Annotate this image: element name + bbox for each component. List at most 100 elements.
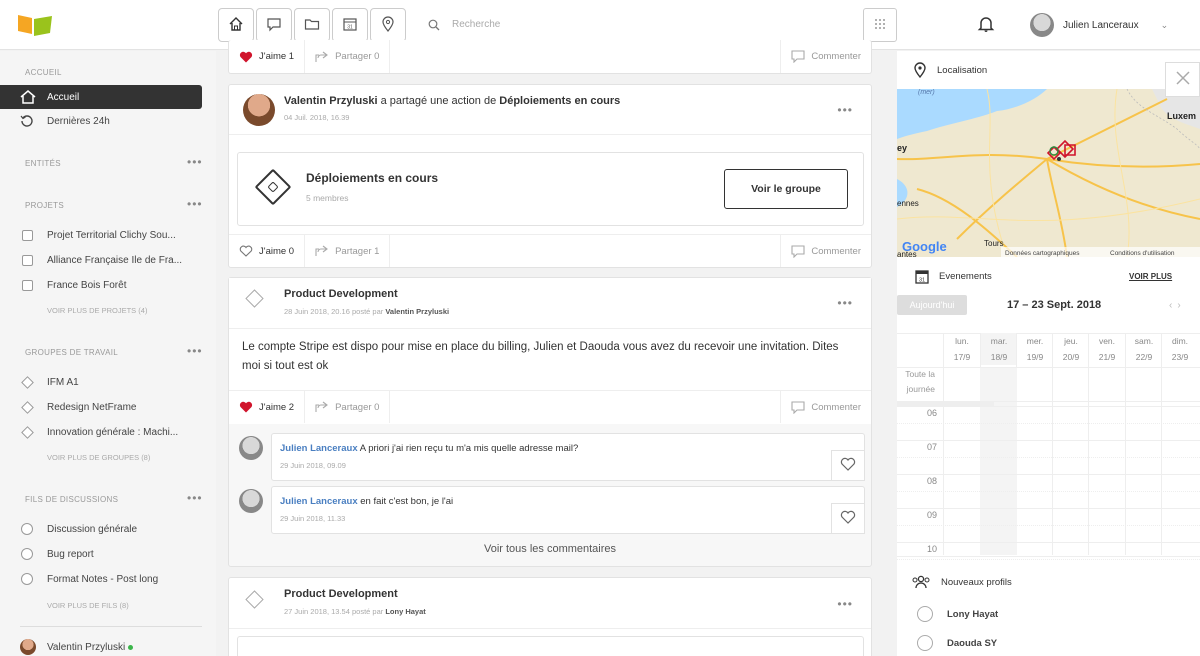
avatar (243, 94, 275, 126)
grid-icon (874, 18, 886, 33)
map-pin-icon (380, 15, 396, 35)
location-nav-button[interactable] (370, 8, 406, 42)
post-card: Valentin Przyluski a partagé une action … (228, 84, 872, 268)
post-menu-icon[interactable]: ••• (837, 103, 853, 117)
share-icon (315, 245, 329, 257)
sidebar-item-projet[interactable]: Projet Territorial Clichy Sou... (20, 228, 200, 242)
calendar-day-header[interactable]: mar. 18/9 (981, 333, 1017, 365)
sidebar-item-fil[interactable]: Format Notes - Post long (20, 572, 200, 586)
divider (20, 626, 202, 627)
map-pin-icon (913, 62, 927, 78)
share-button[interactable]: Partager 1 (305, 235, 391, 267)
sidebar-item-projet[interactable]: France Bois Forêt (20, 278, 200, 292)
see-more-events-link[interactable]: VOIR PLUS (1129, 272, 1172, 281)
messages-nav-button[interactable] (256, 8, 292, 42)
groupes-more-icon[interactable]: ••• (187, 344, 203, 358)
group-icon (245, 590, 264, 609)
share-button[interactable]: Partager 0 (305, 391, 391, 423)
users-icon (911, 575, 931, 589)
calendar-day-header[interactable]: sam. 22/9 (1126, 333, 1162, 365)
calendar-day-header[interactable]: dim. 23/9 (1162, 333, 1198, 365)
comment-icon (791, 50, 805, 63)
comment-like-button[interactable] (831, 503, 865, 534)
like-button[interactable]: J'aime 0 (229, 235, 306, 267)
comment-icon (791, 400, 805, 414)
fils-more-icon[interactable]: ••• (187, 491, 203, 505)
like-button[interactable]: J'aime 2 (229, 391, 306, 423)
entites-more-icon[interactable]: ••• (187, 155, 203, 169)
home-nav-button[interactable] (218, 8, 254, 42)
chat-icon (266, 16, 282, 35)
user-menu[interactable]: Julien Lanceraux ⌄ (1030, 13, 1168, 37)
calendar-day-header[interactable]: jeu. 20/9 (1053, 333, 1089, 365)
sidebar-item-accueil[interactable]: Accueil (0, 85, 202, 109)
post-menu-icon[interactable]: ••• (837, 296, 853, 310)
author-link[interactable]: Valentin Przyluski (284, 95, 378, 107)
calendar-nav-button[interactable]: 31 (332, 8, 368, 42)
author-link[interactable]: Valentin Przyluski (385, 307, 449, 316)
sidebar-item-label: France Bois Forêt (47, 279, 127, 291)
see-more-groups-link[interactable]: VOIR PLUS DE GROUPES (8) (47, 453, 150, 462)
calendar-day-header[interactable]: lun. 17/9 (944, 333, 980, 365)
comment-date: 29 Juin 2018, 09.09 (280, 461, 346, 470)
post-menu-icon[interactable]: ••• (837, 597, 853, 611)
like-button[interactable]: J'aime 1 (229, 40, 306, 73)
group-link[interactable]: Déploiements en cours (499, 95, 620, 107)
map-view[interactable]: (mer) Luxem ey ennes Tours antes Google … (897, 89, 1200, 257)
close-button[interactable] (1165, 62, 1200, 97)
see-more-threads-link[interactable]: VOIR PLUS DE FILS (8) (47, 601, 129, 610)
svg-text:ey: ey (897, 143, 907, 153)
sidebar-item-fil[interactable]: Bug report (20, 547, 200, 561)
search-input[interactable]: Recherche (418, 8, 864, 42)
calendar-day-header[interactable]: ven. 21/9 (1089, 333, 1125, 365)
sidebar-item-groupe[interactable]: Redesign NetFrame (20, 400, 200, 414)
sidebar-item-label: IFM A1 (47, 376, 79, 388)
comment-button[interactable]: Commenter (780, 391, 871, 423)
avatar (1030, 13, 1054, 37)
view-group-button[interactable]: Voir le groupe (724, 169, 848, 209)
sidebar-item-groupe[interactable]: Innovation générale : Machi... (20, 425, 200, 439)
avatar (239, 436, 263, 460)
events-header: 31 Evenements (915, 269, 992, 284)
share-icon (315, 401, 329, 413)
author-link[interactable]: Julien Lanceraux (280, 496, 358, 507)
sidebar-item-label: Bug report (47, 548, 94, 560)
apps-grid-button[interactable] (863, 8, 897, 42)
share-button[interactable]: Partager 0 (305, 40, 391, 73)
post-date: 04 Juil. 2018, 16.39 (284, 113, 350, 122)
post-date: 27 Juin 2018, 13.54 posté par Lony Hayat (284, 607, 426, 616)
comment-button[interactable]: Commenter (780, 40, 871, 73)
today-button[interactable]: Aujourd'hui (897, 295, 967, 315)
calendar-day-header[interactable]: mer. 19/9 (1017, 333, 1053, 365)
see-more-projects-link[interactable]: VOIR PLUS DE PROJETS (4) (47, 306, 147, 315)
sidebar-item-label: Projet Territorial Clichy Sou... (47, 229, 176, 241)
author-link[interactable]: Julien Lanceraux (280, 443, 358, 454)
author-link[interactable]: Lony Hayat (385, 607, 425, 616)
svg-text:ennes: ennes (897, 199, 919, 208)
profile-item[interactable]: Daouda SY (917, 635, 997, 651)
footer-user-name: Valentin Przyluski (47, 641, 126, 653)
files-nav-button[interactable] (294, 8, 330, 42)
post-title[interactable]: Product Development (284, 288, 398, 300)
sidebar-item-recent[interactable]: Dernières 24h (20, 114, 200, 128)
comment-button[interactable]: Commenter (780, 235, 871, 267)
notifications-button[interactable] (977, 15, 995, 36)
share-icon (315, 51, 329, 63)
sidebar-item-fil[interactable]: Discussion générale (20, 522, 200, 536)
sidebar-item-projet[interactable]: Alliance Française Ile de Fra... (20, 253, 200, 267)
comment-item: Julien Lanceraux en fait c'est bon, je l… (271, 486, 865, 534)
see-all-comments-link[interactable]: Voir tous les commentaires (229, 543, 871, 555)
app-logo[interactable] (18, 15, 52, 40)
post-title[interactable]: Product Development (284, 588, 398, 600)
sidebar-footer-user[interactable]: Valentin Przyluski (20, 639, 200, 655)
sidebar-item-groupe[interactable]: IFM A1 (20, 375, 200, 389)
comment-like-button[interactable] (831, 450, 865, 481)
today-column (980, 367, 1017, 555)
profile-item[interactable]: Lony Hayat (917, 606, 998, 622)
post-actions: J'aime 2 Partager 0 Commenter (229, 390, 871, 423)
avatar (917, 635, 933, 651)
calendar-nav-arrows[interactable]: ‹› (1169, 300, 1186, 311)
projets-more-icon[interactable]: ••• (187, 197, 203, 211)
post-card: Product Development 27 Juin 2018, 13.54 … (228, 577, 872, 656)
sidebar: ACCUEIL Accueil Dernières 24h ENTITÉS ••… (0, 51, 216, 656)
